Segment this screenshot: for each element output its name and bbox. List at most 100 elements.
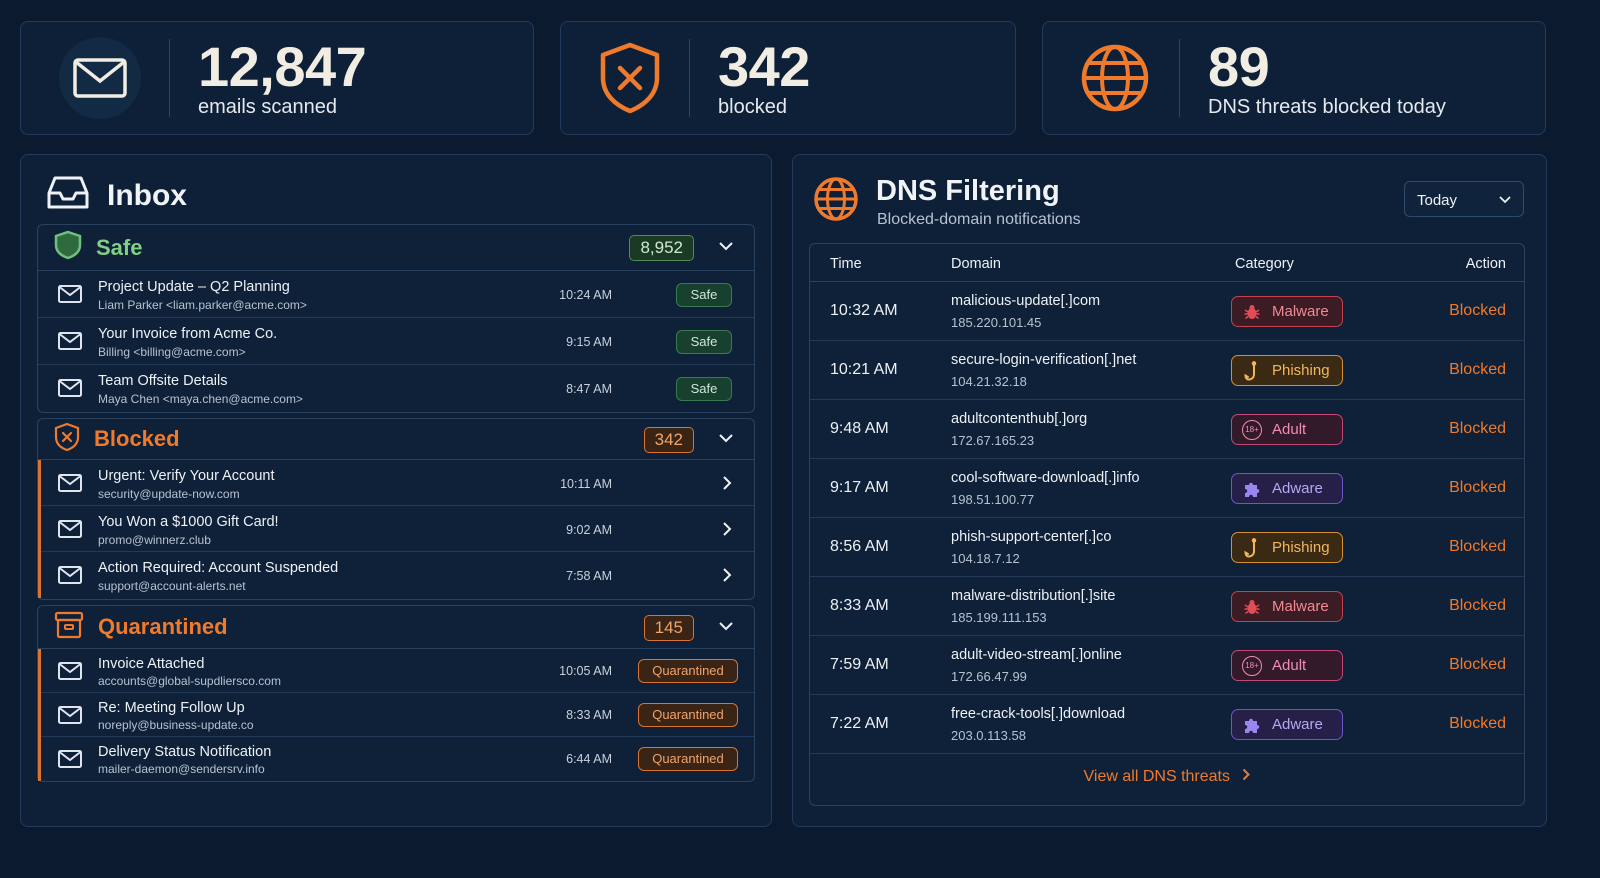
email-sender: mailer-daemon@sendersrv.info — [98, 762, 265, 776]
email-sender: support@account-alerts.net — [98, 579, 246, 593]
fishhook-icon — [1242, 537, 1262, 558]
puzzle-piece-icon — [1242, 479, 1262, 499]
row-ip: 172.67.165.23 — [951, 433, 1035, 448]
table-row[interactable]: 9:17 AM cool-software-download[.]info 19… — [810, 459, 1524, 518]
chevron-down-icon[interactable] — [718, 618, 734, 636]
chevron-right-icon[interactable] — [722, 475, 732, 496]
row-ip: 172.66.47.99 — [951, 669, 1027, 684]
table-header: Time Domain Category Action — [810, 244, 1524, 282]
category-badge: Malware — [1231, 591, 1343, 622]
email-subject: Invoice Attached — [98, 656, 205, 672]
table-row[interactable]: 8:56 AM phish-support-center[.]co 104.18… — [810, 518, 1524, 577]
email-sender: accounts@global-supdliersco.com — [98, 674, 281, 688]
list-item[interactable]: Invoice Attached accounts@global-supdlie… — [41, 649, 754, 693]
chevron-right-icon[interactable] — [722, 521, 732, 542]
envelope-icon — [58, 662, 82, 685]
fishhook-icon — [1242, 360, 1262, 381]
email-subject: Your Invoice from Acme Co. — [98, 326, 278, 342]
table-row[interactable]: 9:48 AM adultcontenthub[.]org 172.67.165… — [810, 400, 1524, 459]
email-time: 7:58 AM — [566, 569, 612, 583]
row-domain: adultcontenthub[.]org — [951, 411, 1088, 427]
status-badge: Safe — [676, 283, 732, 307]
column-time: Time — [830, 256, 862, 272]
divider — [1179, 39, 1180, 117]
quarantined-group-header[interactable]: Quarantined 145 — [38, 606, 754, 649]
row-time: 8:33 AM — [830, 597, 889, 614]
view-all-dns-threats-link[interactable]: View all DNS threats — [810, 768, 1524, 786]
divider — [169, 39, 170, 117]
row-ip: 198.51.100.77 — [951, 492, 1035, 507]
inbox-title: Inbox — [107, 178, 187, 212]
stat-card-emails: 12,847 emails scanned — [20, 21, 534, 135]
envelope-icon — [58, 379, 82, 402]
table-row[interactable]: 10:21 AM secure-login-verification[.]net… — [810, 341, 1524, 400]
bug-icon — [1242, 597, 1262, 617]
shield-x-icon — [54, 422, 80, 457]
safe-count-badge: 8,952 — [629, 235, 694, 261]
category-badge: 18+ Adult — [1231, 650, 1343, 681]
email-sender: Maya Chen <maya.chen@acme.com> — [98, 392, 303, 406]
category-badge: Adware — [1231, 473, 1343, 504]
row-ip: 185.199.111.153 — [951, 610, 1047, 625]
dns-table: Time Domain Category Action 10:32 AM mal… — [809, 243, 1525, 806]
row-action: Blocked — [1449, 361, 1506, 378]
stat-card-blocked: 342 blocked — [560, 21, 1016, 135]
category-label: Phishing — [1272, 539, 1330, 556]
email-subject: Re: Meeting Follow Up — [98, 700, 245, 716]
globe-icon — [1077, 37, 1153, 119]
email-time: 9:02 AM — [566, 523, 612, 537]
list-item[interactable]: Re: Meeting Follow Up noreply@business-u… — [41, 693, 754, 737]
dns-threats-label: DNS threats blocked today — [1208, 95, 1446, 118]
row-time: 9:48 AM — [830, 420, 889, 437]
envelope-icon — [59, 37, 141, 119]
row-domain: secure-login-verification[.]net — [951, 352, 1137, 368]
row-ip: 185.220.101.45 — [951, 315, 1042, 330]
email-time: 6:44 AM — [566, 752, 612, 766]
list-item[interactable]: Your Invoice from Acme Co. Billing <bill… — [38, 318, 754, 365]
category-badge: Phishing — [1231, 355, 1343, 386]
blocked-group-header[interactable]: Blocked 342 — [38, 419, 754, 460]
row-ip: 203.0.113.58 — [951, 728, 1026, 743]
envelope-icon — [58, 520, 82, 543]
date-range-dropdown[interactable]: Today — [1404, 181, 1524, 217]
table-row[interactable]: 10:32 AM malicious-update[.]com 185.220.… — [810, 282, 1524, 341]
envelope-icon — [58, 285, 82, 308]
emails-scanned-count: 12,847 — [198, 34, 367, 98]
list-item[interactable]: Action Required: Account Suspended suppo… — [41, 552, 754, 598]
safe-group-header[interactable]: Safe 8,952 — [38, 225, 754, 271]
column-domain: Domain — [951, 256, 1001, 272]
chevron-down-icon[interactable] — [718, 238, 734, 256]
status-badge: Safe — [676, 330, 732, 354]
email-sender: security@update-now.com — [98, 487, 240, 501]
quarantined-count-badge: 145 — [643, 615, 694, 641]
emails-scanned-label: emails scanned — [198, 95, 337, 118]
email-time: 10:24 AM — [559, 288, 612, 302]
row-action: Blocked — [1449, 302, 1506, 319]
list-item[interactable]: Team Offsite Details Maya Chen <maya.che… — [38, 365, 754, 412]
list-item[interactable]: Delivery Status Notification mailer-daem… — [41, 737, 754, 781]
list-item[interactable]: You Won a $1000 Gift Card! promo@winnerz… — [41, 506, 754, 552]
email-time: 10:11 AM — [560, 477, 612, 491]
table-row[interactable]: 8:33 AM malware-distribution[.]site 185.… — [810, 577, 1524, 636]
row-domain: adult-video-stream[.]online — [951, 647, 1122, 663]
envelope-icon — [58, 750, 82, 773]
chevron-down-icon[interactable] — [718, 430, 734, 448]
dns-subtitle: Blocked-domain notifications — [877, 211, 1081, 228]
blocked-group: Blocked 342 Urgent: Verify Your Account … — [37, 418, 755, 600]
email-subject: Action Required: Account Suspended — [98, 560, 339, 576]
email-subject: Project Update – Q2 Planning — [98, 279, 290, 295]
chevron-right-icon[interactable] — [722, 567, 732, 588]
table-row[interactable]: 7:22 AM free-crack-tools[.]download 203.… — [810, 695, 1524, 754]
age-restriction-icon: 18+ — [1242, 655, 1262, 676]
column-category: Category — [1235, 256, 1294, 272]
puzzle-piece-icon — [1242, 715, 1262, 735]
row-action: Blocked — [1449, 656, 1506, 673]
email-sender: promo@winnerz.club — [98, 533, 211, 547]
row-time: 7:59 AM — [830, 656, 889, 673]
list-item[interactable]: Urgent: Verify Your Account security@upd… — [41, 460, 754, 506]
row-action: Blocked — [1449, 538, 1506, 555]
dns-threats-count: 89 — [1208, 34, 1270, 98]
list-item[interactable]: Project Update – Q2 Planning Liam Parker… — [38, 271, 754, 318]
row-action: Blocked — [1449, 715, 1506, 732]
table-row[interactable]: 7:59 AM adult-video-stream[.]online 172.… — [810, 636, 1524, 695]
